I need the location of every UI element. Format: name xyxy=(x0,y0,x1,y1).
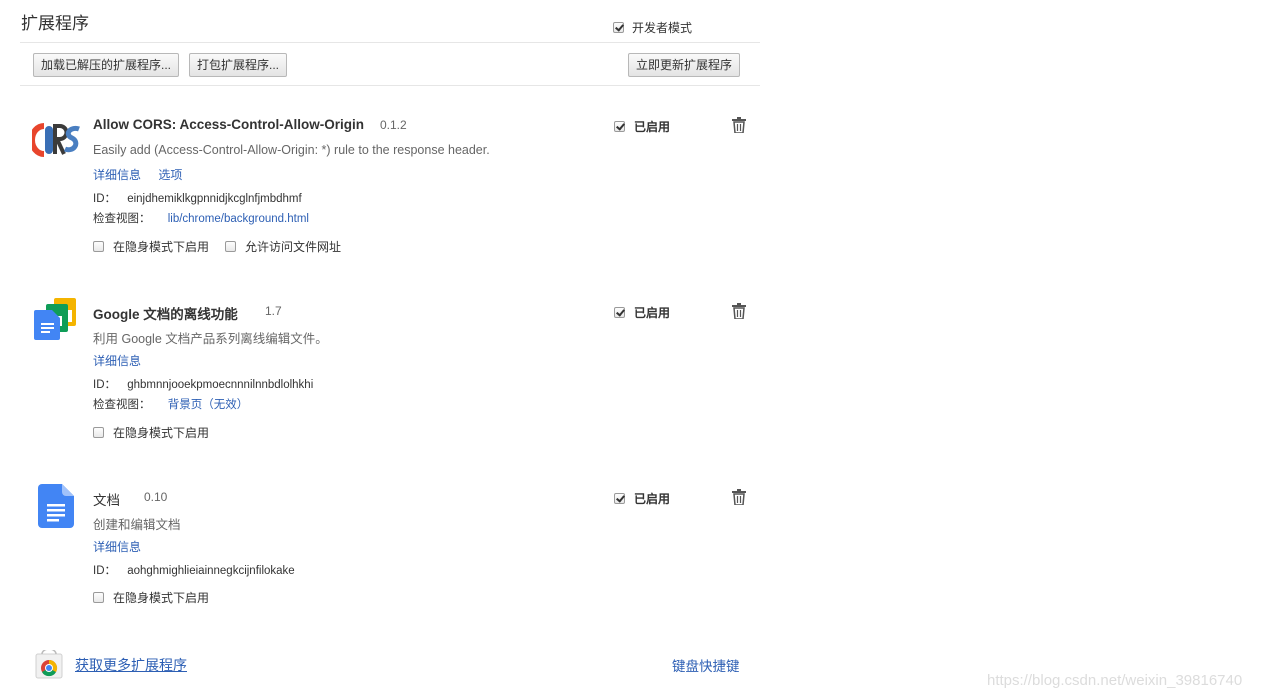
details-link[interactable]: 详细信息 xyxy=(93,354,141,368)
enabled-checkbox[interactable] xyxy=(614,307,625,318)
incognito-option[interactable]: 在隐身模式下启用 xyxy=(93,424,209,441)
incognito-checkbox[interactable] xyxy=(93,427,104,438)
enabled-toggle[interactable]: 已启用 xyxy=(614,490,670,507)
google-docs-offline-icon xyxy=(34,298,76,340)
load-unpacked-button[interactable]: 加载已解压的扩展程序... xyxy=(33,53,180,77)
extension-name: 文档 xyxy=(93,493,120,508)
toolbar-divider xyxy=(20,85,760,86)
trash-icon[interactable] xyxy=(732,117,746,133)
inspect-views-label: 检查视图： xyxy=(93,213,151,225)
trash-icon[interactable] xyxy=(732,303,746,319)
developer-mode-toggle[interactable]: 开发者模式 xyxy=(613,19,692,36)
header-divider xyxy=(20,42,760,43)
extension-description: Easily add (Access-Control-Allow-Origin:… xyxy=(93,143,490,157)
enabled-toggle[interactable]: 已启用 xyxy=(614,118,670,135)
details-link[interactable]: 详细信息 xyxy=(93,168,141,182)
options-link[interactable]: 选项 xyxy=(158,168,182,182)
developer-mode-label: 开发者模式 xyxy=(632,21,693,35)
extension-id: aohghmighlieiainnegkcijnfilokake xyxy=(127,565,295,577)
details-link[interactable]: 详细信息 xyxy=(93,540,141,554)
inspect-view-link[interactable]: 背景页（无效） xyxy=(168,399,249,411)
incognito-option[interactable]: 在隐身模式下启用 xyxy=(93,589,209,606)
incognito-checkbox[interactable] xyxy=(93,592,104,603)
inspect-view-link[interactable]: lib/chrome/background.html xyxy=(168,213,309,225)
pack-extension-button[interactable]: 打包扩展程序... xyxy=(189,53,288,77)
get-more-extensions-link[interactable]: 获取更多扩展程序 xyxy=(75,655,187,675)
trash-icon[interactable] xyxy=(732,489,746,505)
extension-name: Google 文档的离线功能 xyxy=(93,307,238,322)
enabled-toggle[interactable]: 已启用 xyxy=(614,304,670,321)
extension-description: 利用 Google 文档产品系列离线编辑文件。 xyxy=(93,332,328,346)
extension-version: 0.1.2 xyxy=(380,118,407,132)
enabled-checkbox[interactable] xyxy=(614,121,625,132)
extension-name: Allow CORS: Access-Control-Allow-Origin xyxy=(93,117,365,132)
update-extensions-button[interactable]: 立即更新扩展程序 xyxy=(628,53,741,77)
enabled-label: 已启用 xyxy=(634,120,671,134)
keyboard-shortcuts-link[interactable]: 键盘快捷键 xyxy=(672,655,740,675)
inspect-views-label: 检查视图： xyxy=(93,399,151,411)
incognito-label: 在隐身模式下启用 xyxy=(113,426,210,440)
cors-logo-icon xyxy=(32,123,80,157)
id-label: ID： xyxy=(93,565,116,577)
incognito-option[interactable]: 在隐身模式下启用 xyxy=(93,238,209,255)
enabled-label: 已启用 xyxy=(634,492,671,506)
enabled-label: 已启用 xyxy=(634,306,671,320)
file-access-checkbox[interactable] xyxy=(225,241,236,252)
file-access-label: 允许访问文件网址 xyxy=(245,240,342,254)
extension-version: 0.10 xyxy=(144,490,168,504)
watermark: https://blog.csdn.net/weixin_39816740 xyxy=(987,672,1243,689)
incognito-checkbox[interactable] xyxy=(93,241,104,252)
incognito-label: 在隐身模式下启用 xyxy=(113,240,210,254)
enabled-checkbox[interactable] xyxy=(614,493,625,504)
chrome-web-store-icon[interactable] xyxy=(34,650,64,680)
google-docs-icon xyxy=(38,484,74,528)
file-access-option[interactable]: 允许访问文件网址 xyxy=(225,238,341,255)
incognito-label: 在隐身模式下启用 xyxy=(113,591,210,605)
extension-id: ghbmnnjooekpmoecnnnilnnbdlolhkhi xyxy=(127,379,314,391)
page-title: 扩展程序 xyxy=(21,14,89,33)
developer-mode-checkbox[interactable] xyxy=(613,22,624,33)
extension-id: einjdhemiklkgpnnidjkcglnfjmbdhmf xyxy=(127,193,302,205)
id-label: ID： xyxy=(93,379,116,391)
id-label: ID： xyxy=(93,193,116,205)
extension-description: 创建和编辑文档 xyxy=(93,518,181,532)
extension-version: 1.7 xyxy=(265,304,282,318)
